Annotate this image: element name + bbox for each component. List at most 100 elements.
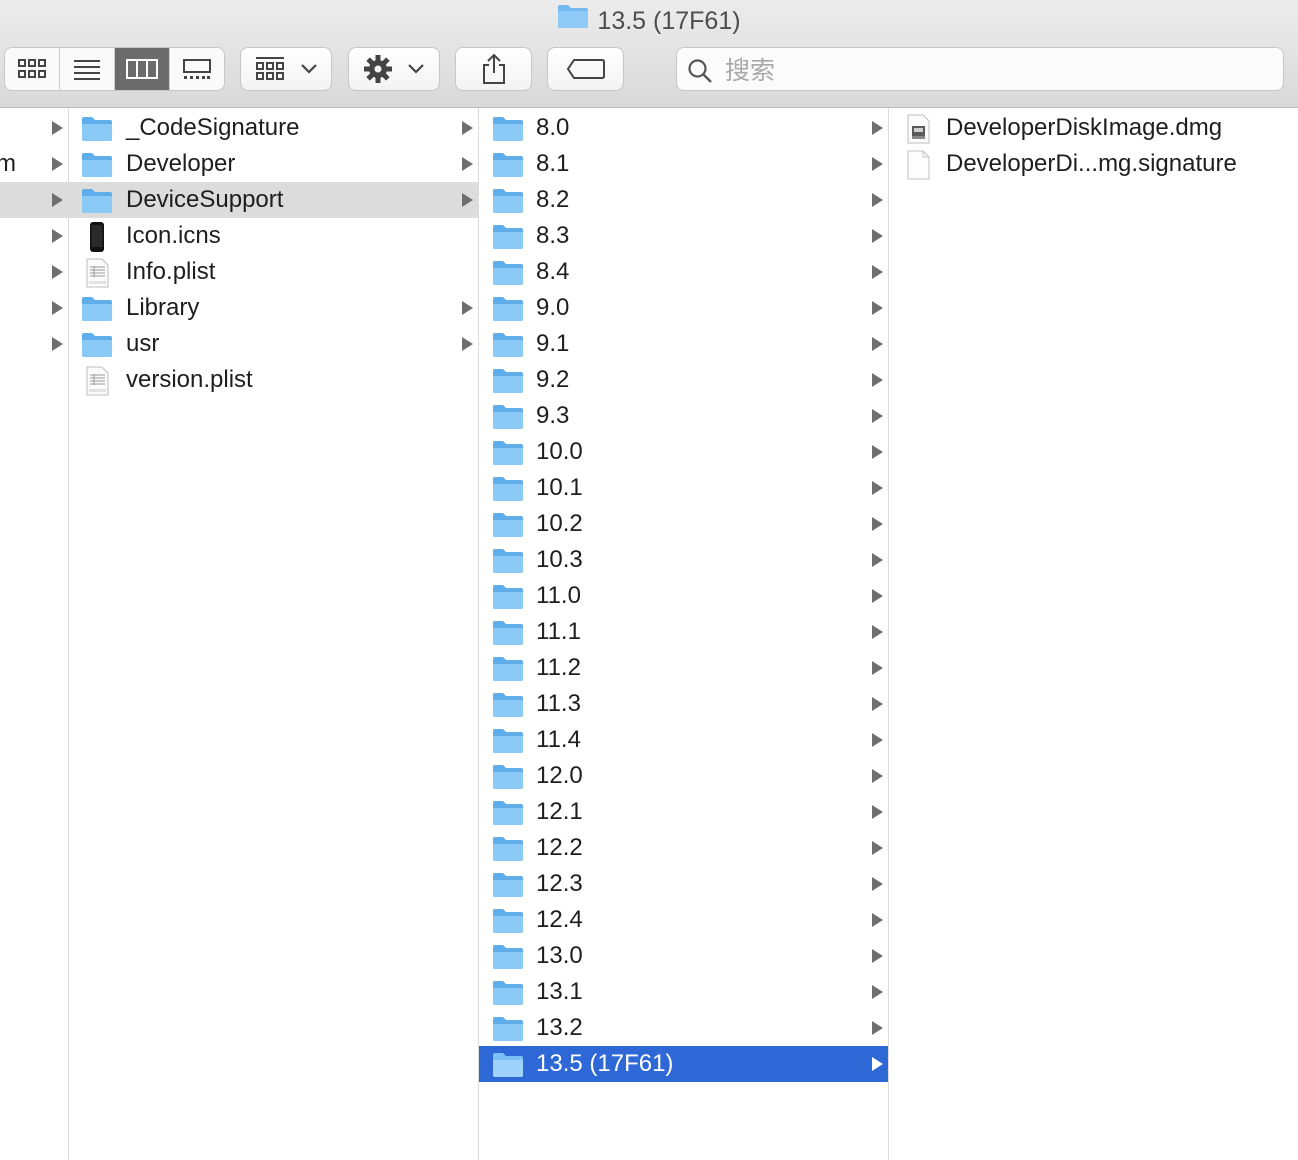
disclosure-arrow-icon [52,337,63,351]
version-folder-item[interactable]: 12.2 [479,830,888,866]
list-item[interactable]: DeviceSupport [69,182,478,218]
folder-icon [492,186,524,214]
version-folder-item[interactable]: 13.5 (17F61) [479,1046,888,1082]
chevron-down-icon [301,64,317,74]
disclosure-arrow-icon [872,121,883,135]
version-folder-item[interactable]: 12.1 [479,794,888,830]
disclosure-arrow-icon [462,193,473,207]
list-item[interactable]: Developer [69,146,478,182]
parent-list-item[interactable] [0,254,68,290]
folder-icon [81,330,113,358]
parent-list-item[interactable] [0,182,68,218]
search-input[interactable] [723,54,1267,86]
list-item[interactable]: Info.plist [69,254,478,290]
list-item[interactable]: Library [69,290,478,326]
disclosure-arrow-icon [872,697,883,711]
version-folder-item[interactable]: 12.3 [479,866,888,902]
disclosure-arrow-icon [872,949,883,963]
item-label: 13.0 [536,942,583,969]
disclosure-arrow-icon [52,193,63,207]
disclosure-arrow-icon [462,337,473,351]
version-folder-item[interactable]: 8.0 [479,110,888,146]
disclosure-arrow-icon [872,913,883,927]
share-icon [482,53,505,84]
version-folder-item[interactable]: 12.0 [479,758,888,794]
version-folder-item[interactable]: 11.1 [479,614,888,650]
parent-list-item[interactable] [0,290,68,326]
version-folder-item[interactable]: 10.3 [479,542,888,578]
file-item[interactable]: DeveloperDiskImage.dmg [889,110,1298,146]
folder-icon [557,3,589,38]
version-folder-item[interactable]: 9.3 [479,398,888,434]
group-by-button[interactable] [240,47,332,91]
column-version-contents: DeveloperDiskImage.dmg DeveloperDi...mg.s… [889,108,1298,1160]
folder-icon [81,294,113,322]
search-icon [688,59,712,83]
disclosure-arrow-icon [52,229,63,243]
version-folder-item[interactable]: 10.1 [479,470,888,506]
version-folder-item[interactable]: 10.2 [479,506,888,542]
item-label: 8.1 [536,150,570,177]
chevron-down-icon [408,64,424,74]
item-label: 13.1 [536,978,583,1005]
disclosure-arrow-icon [872,805,883,819]
item-label: DeveloperDiskImage.dmg [946,114,1223,141]
iphone-icon [81,222,113,252]
search-field[interactable] [676,47,1284,91]
item-label: Library [126,294,200,321]
version-folder-item[interactable]: 9.0 [479,290,888,326]
list-item[interactable]: Icon.icns [69,218,478,254]
folder-icon [492,366,524,394]
version-folder-item[interactable]: 12.4 [479,902,888,938]
version-folder-item[interactable]: 11.4 [479,722,888,758]
item-label: 12.0 [536,762,583,789]
column-view-button[interactable] [115,48,170,90]
version-folder-item[interactable]: 8.3 [479,218,888,254]
disclosure-arrow-icon [872,409,883,423]
version-folder-item[interactable]: 10.0 [479,434,888,470]
version-folder-item[interactable]: 8.1 [479,146,888,182]
list-item[interactable]: version.plist [69,362,478,398]
disclosure-arrow-icon [52,121,63,135]
parent-list-item[interactable] [0,218,68,254]
disclosure-arrow-icon [872,1021,883,1035]
folder-icon [492,510,524,538]
item-label: 8.3 [536,222,570,249]
disclosure-arrow-icon [872,733,883,747]
share-button[interactable] [455,47,532,91]
item-label: 12.3 [536,870,583,897]
folder-icon [492,222,524,250]
file-item[interactable]: DeveloperDi...mg.signature [889,146,1298,182]
version-folder-item[interactable]: 9.2 [479,362,888,398]
gear-icon [364,55,392,83]
icon-grid-icon [18,59,46,78]
version-folder-item[interactable]: 11.0 [479,578,888,614]
icon-view-button[interactable] [5,48,60,90]
version-folder-item[interactable]: 13.0 [479,938,888,974]
parent-list-item[interactable] [0,110,68,146]
version-folder-item[interactable]: 11.2 [479,650,888,686]
version-folder-item[interactable]: 13.2 [479,1010,888,1046]
disclosure-arrow-icon [872,553,883,567]
version-folder-item[interactable]: 11.3 [479,686,888,722]
list-item[interactable]: _CodeSignature [69,110,478,146]
folder-icon [81,186,113,214]
gallery-view-button[interactable] [170,48,224,90]
action-button[interactable] [348,47,440,91]
list-item[interactable]: usr [69,326,478,362]
item-label: 12.4 [536,906,583,933]
parent-list-item[interactable] [0,326,68,362]
folder-icon [492,798,524,826]
window-title-text: 13.5 (17F61) [597,7,741,35]
version-folder-item[interactable]: 8.4 [479,254,888,290]
parent-list-item[interactable]: m [0,146,68,182]
version-folder-item[interactable]: 13.1 [479,974,888,1010]
disclosure-arrow-icon [462,157,473,171]
tags-button[interactable] [547,47,624,91]
version-folder-item[interactable]: 8.2 [479,182,888,218]
disclosure-arrow-icon [872,517,883,531]
disclosure-arrow-icon [52,301,63,315]
list-view-button[interactable] [60,48,115,90]
version-folder-item[interactable]: 9.1 [479,326,888,362]
item-label: 8.4 [536,258,570,285]
